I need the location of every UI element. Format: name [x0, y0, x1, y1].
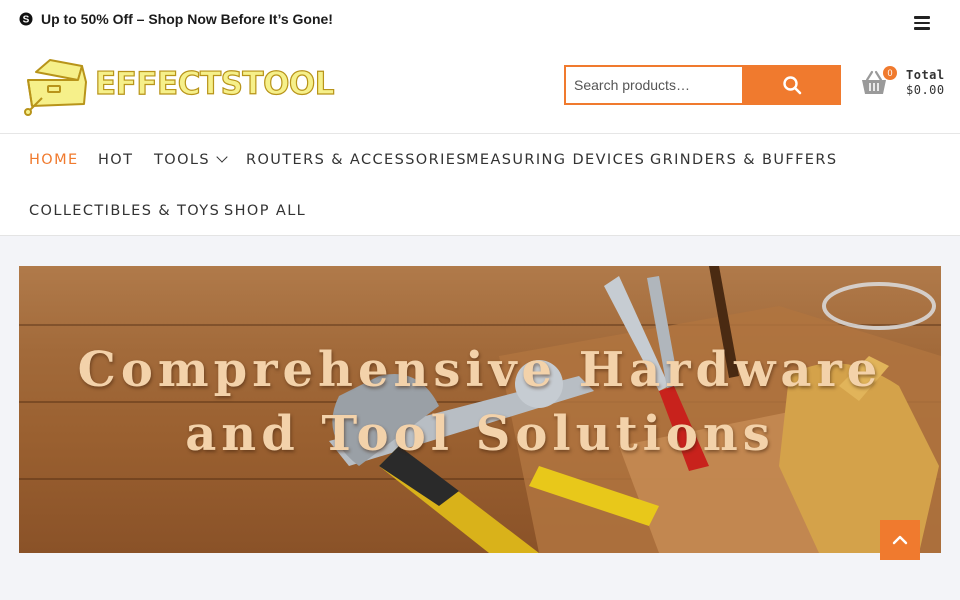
svg-text:S: S [23, 14, 30, 25]
cart-total-value: $0.00 [906, 83, 945, 97]
site-header: EFFECTSTOOL 0 Total $0.00 [0, 40, 960, 134]
nav-item-shop-all[interactable]: SHOP ALL [224, 203, 306, 219]
hero-title-line-2: and Tool Solutions [185, 406, 775, 462]
logo-text: EFFECTSTOOL [94, 65, 335, 102]
search-input[interactable] [564, 65, 742, 105]
promo-banner: S Up to 50% Off – Shop Now Before It’s G… [19, 11, 333, 27]
nav-item-routers-accessories[interactable]: ROUTERS & ACCESSORIES [246, 152, 467, 168]
hero-banner[interactable]: Comprehensive Hardware and Tool Solution… [19, 266, 941, 553]
search-icon [782, 76, 801, 95]
product-search [564, 65, 841, 105]
mini-cart[interactable]: 0 Total $0.00 [860, 66, 950, 106]
nav-item-home[interactable]: HOME [29, 152, 79, 168]
cart-count-badge: 0 [883, 66, 897, 80]
top-bar: S Up to 50% Off – Shop Now Before It’s G… [0, 0, 960, 40]
scroll-to-top-button[interactable] [880, 520, 920, 560]
nav-item-measuring-devices[interactable]: MEASURING DEVICES [466, 152, 645, 168]
cart-total-label: Total [906, 68, 945, 82]
chevron-down-icon [216, 151, 228, 163]
hamburger-menu-icon[interactable] [914, 16, 930, 30]
toolbox-logo-icon [24, 59, 87, 116]
skype-icon: S [19, 12, 33, 26]
nav-item-tools-label: TOOLS [154, 152, 210, 168]
nav-item-tools[interactable]: TOOLS [154, 151, 228, 168]
nav-item-grinders-buffers[interactable]: GRINDERS & BUFFERS [650, 152, 837, 168]
nav-item-collectibles-toys[interactable]: COLLECTIBLES & TOYS [29, 203, 220, 219]
nav-item-hot[interactable]: HOT [98, 152, 133, 168]
chevron-up-icon [892, 535, 908, 545]
search-button[interactable] [742, 65, 841, 105]
site-logo[interactable]: EFFECTSTOOL [22, 52, 335, 118]
main-navigation: HOME HOT TOOLS ROUTERS & ACCESSORIES MEA… [0, 134, 960, 236]
promo-text: Up to 50% Off – Shop Now Before It’s Gon… [41, 11, 333, 27]
hero-title: Comprehensive Hardware and Tool Solution… [19, 338, 941, 466]
hero-title-line-1: Comprehensive Hardware [77, 342, 883, 398]
